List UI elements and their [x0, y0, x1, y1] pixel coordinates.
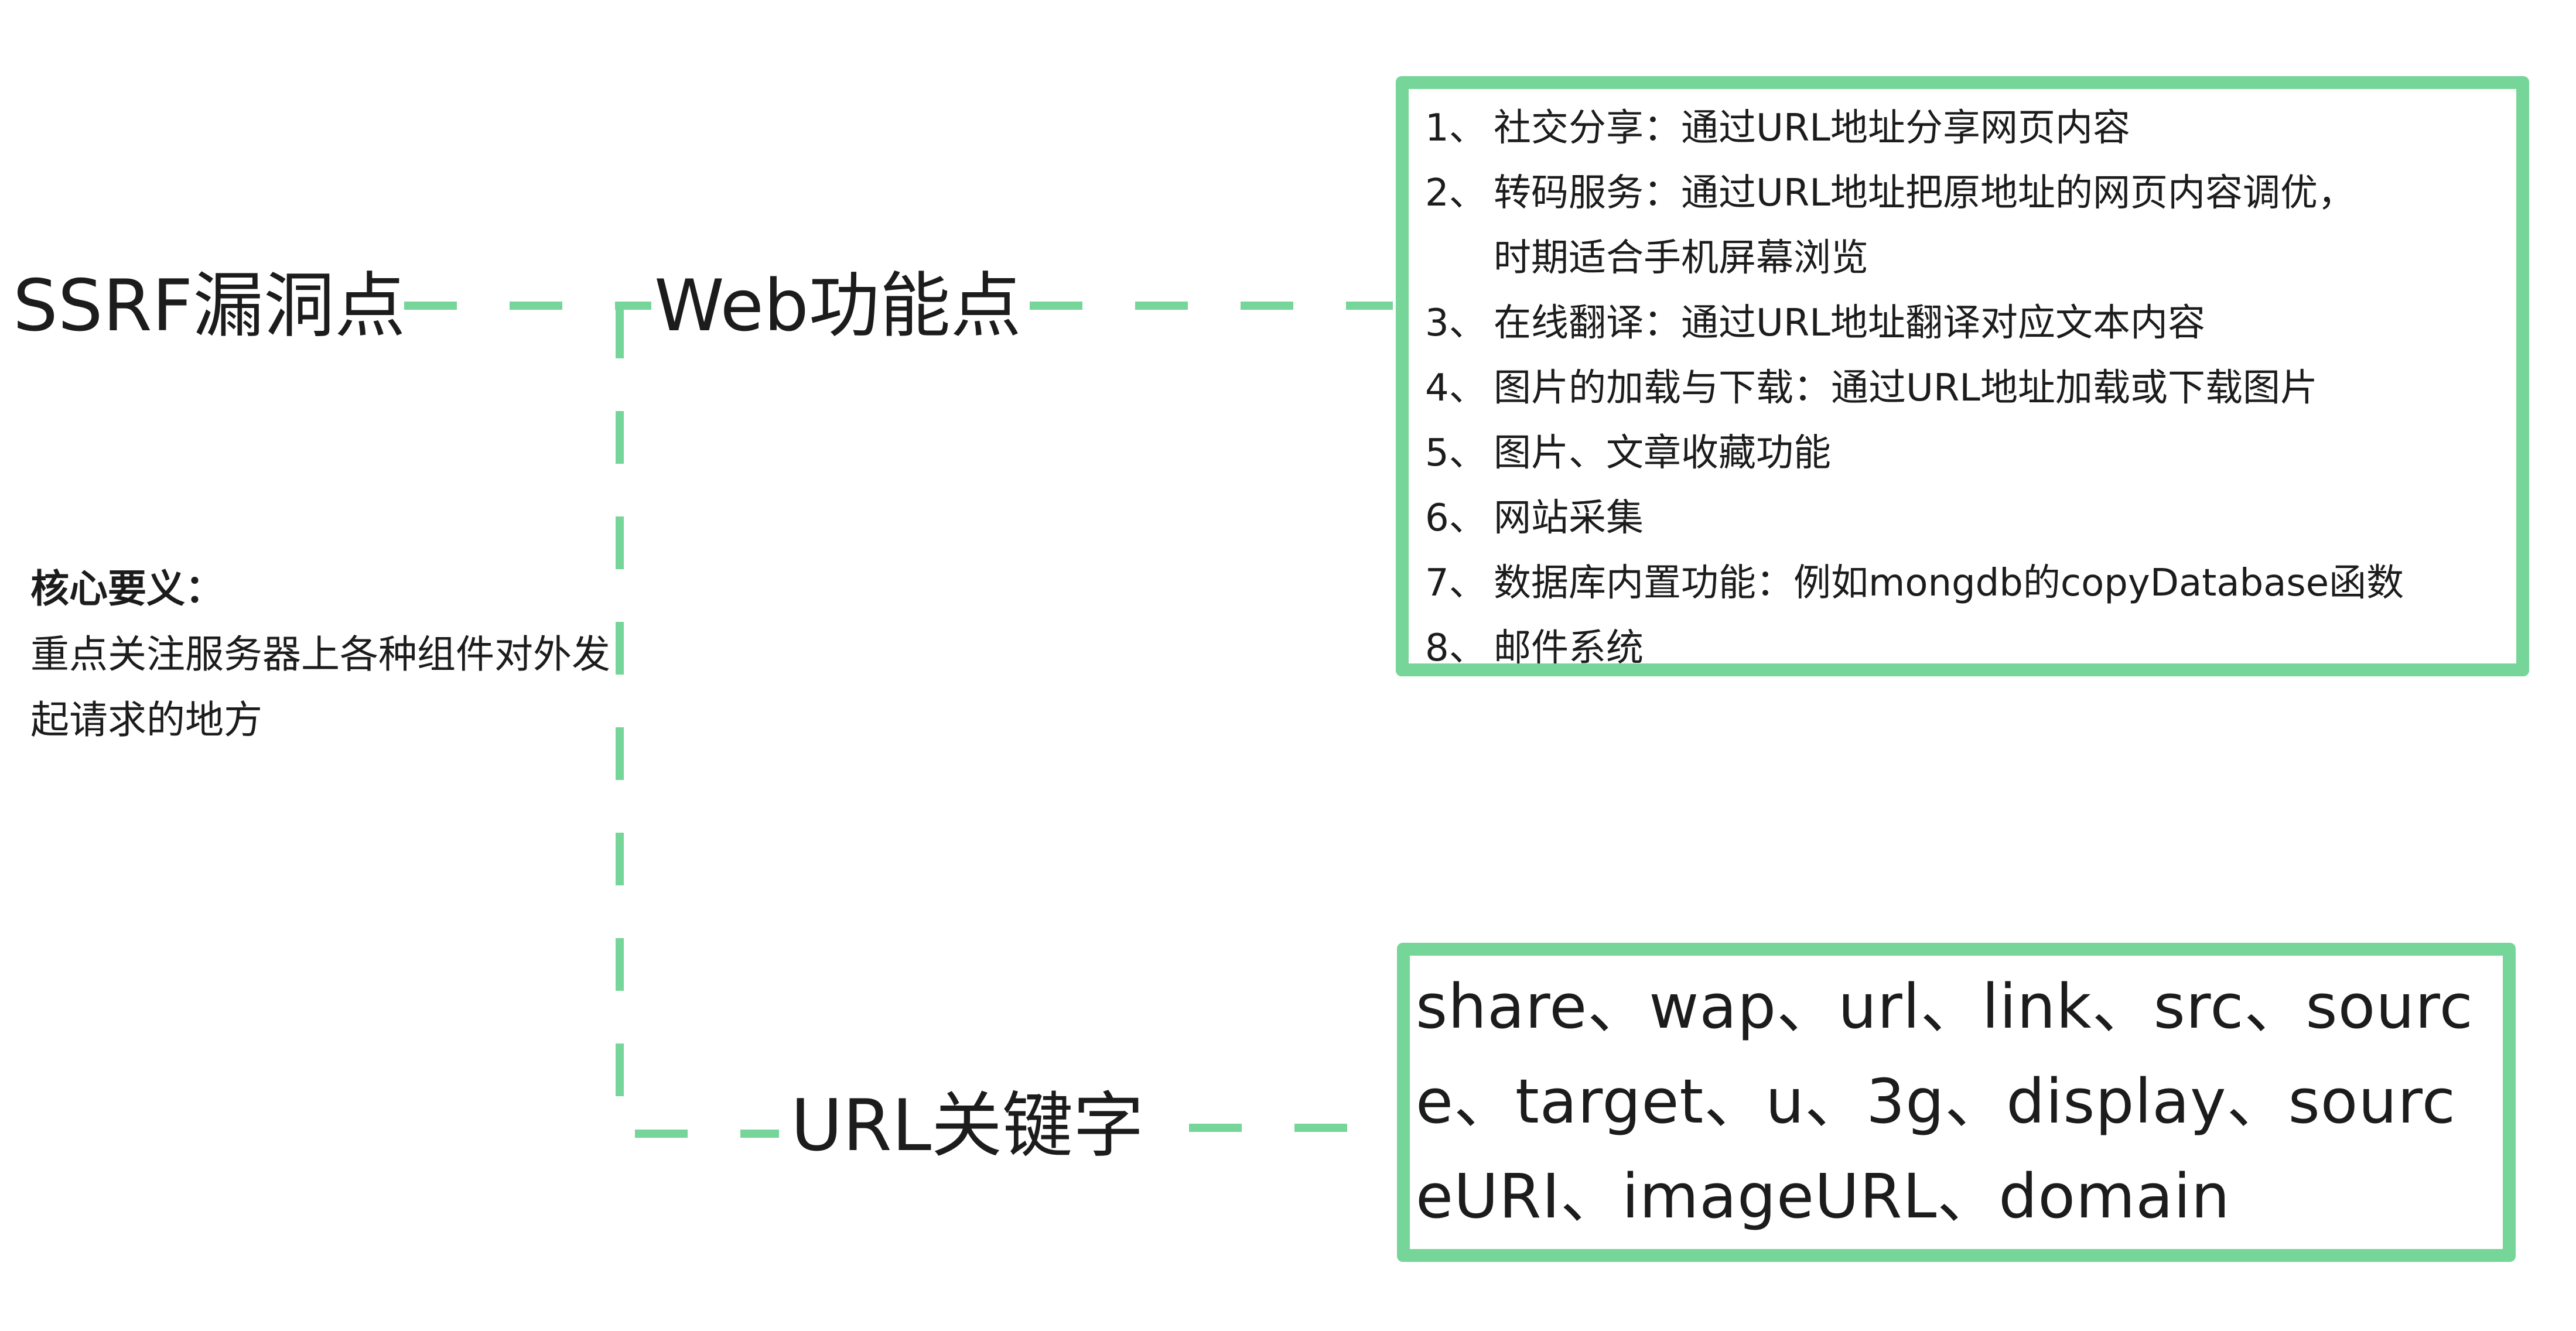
web-features-box: 1、 社交分享：通过URL地址分享网页内容 2、 转码服务：通过URL地址把原地址的… — [1396, 76, 2529, 676]
url-keywords-text: share、wap、url、link、src、source、target、u、3… — [1416, 971, 2473, 1232]
feature-item: 7、 数据库内置功能：例如mongdb的copyDatabase函数 — [1425, 551, 2516, 616]
feature-number: 5、 — [1425, 432, 1487, 475]
core-note: 核心要义： 重点关注服务器上各种组件对外发起请求的地方 — [30, 556, 610, 753]
feature-text: 社交分享：通过URL地址分享网页内容 — [1494, 107, 2130, 150]
feature-text: 图片的加载与下载：通过URL地址加载或下载图片 — [1494, 367, 2318, 410]
web-features-list: 1、 社交分享：通过URL地址分享网页内容 2、 转码服务：通过URL地址把原地址的… — [1425, 96, 2516, 670]
feature-item: 8、 邮件系统 — [1425, 616, 2516, 670]
root-node-title: SSRF漏洞点 — [13, 265, 406, 347]
feature-text: 图片、文章收藏功能 — [1494, 432, 1831, 475]
feature-number: 6、 — [1425, 497, 1487, 540]
feature-number: 8、 — [1425, 627, 1487, 670]
feature-item: 1、 社交分享：通过URL地址分享网页内容 — [1425, 96, 2516, 161]
web-features-node-title: Web功能点 — [654, 265, 1021, 347]
feature-text-continuation: 时期适合手机屏幕浏览 — [1494, 237, 1868, 280]
feature-text: 邮件系统 — [1494, 627, 1644, 670]
feature-number: 4、 — [1425, 367, 1487, 410]
feature-number: 2、 — [1425, 172, 1487, 215]
feature-item: 4、 图片的加载与下载：通过URL地址加载或下载图片 — [1425, 356, 2516, 421]
core-note-body: 重点关注服务器上各种组件对外发起请求的地方 — [30, 632, 610, 743]
feature-number: 1、 — [1425, 107, 1487, 150]
web-branch-vertical-connector — [616, 306, 779, 1138]
feature-item: 6、 网站采集 — [1425, 486, 2516, 551]
core-note-heading: 核心要义： — [30, 566, 224, 611]
feature-item: 3、 在线翻译：通过URL地址翻译对应文本内容 — [1425, 291, 2516, 356]
feature-number: 3、 — [1425, 302, 1487, 345]
feature-text: 在线翻译：通过URL地址翻译对应文本内容 — [1494, 302, 2205, 345]
url-keywords-node-title: URL关键字 — [791, 1084, 1144, 1167]
feature-number: 7、 — [1425, 562, 1487, 605]
feature-text: 数据库内置功能：例如mongdb的copyDatabase函数 — [1494, 562, 2404, 605]
feature-text: 网站采集 — [1494, 497, 1644, 540]
feature-text: 转码服务：通过URL地址把原地址的网页内容调优， — [1494, 172, 2355, 215]
feature-item: 2、 转码服务：通过URL地址把原地址的网页内容调优， 时期适合手机屏幕浏览 — [1425, 161, 2516, 291]
url-keywords-box: share、wap、url、link、src、source、target、u、3… — [1397, 943, 2516, 1262]
feature-item: 5、 图片、文章收藏功能 — [1425, 421, 2516, 486]
